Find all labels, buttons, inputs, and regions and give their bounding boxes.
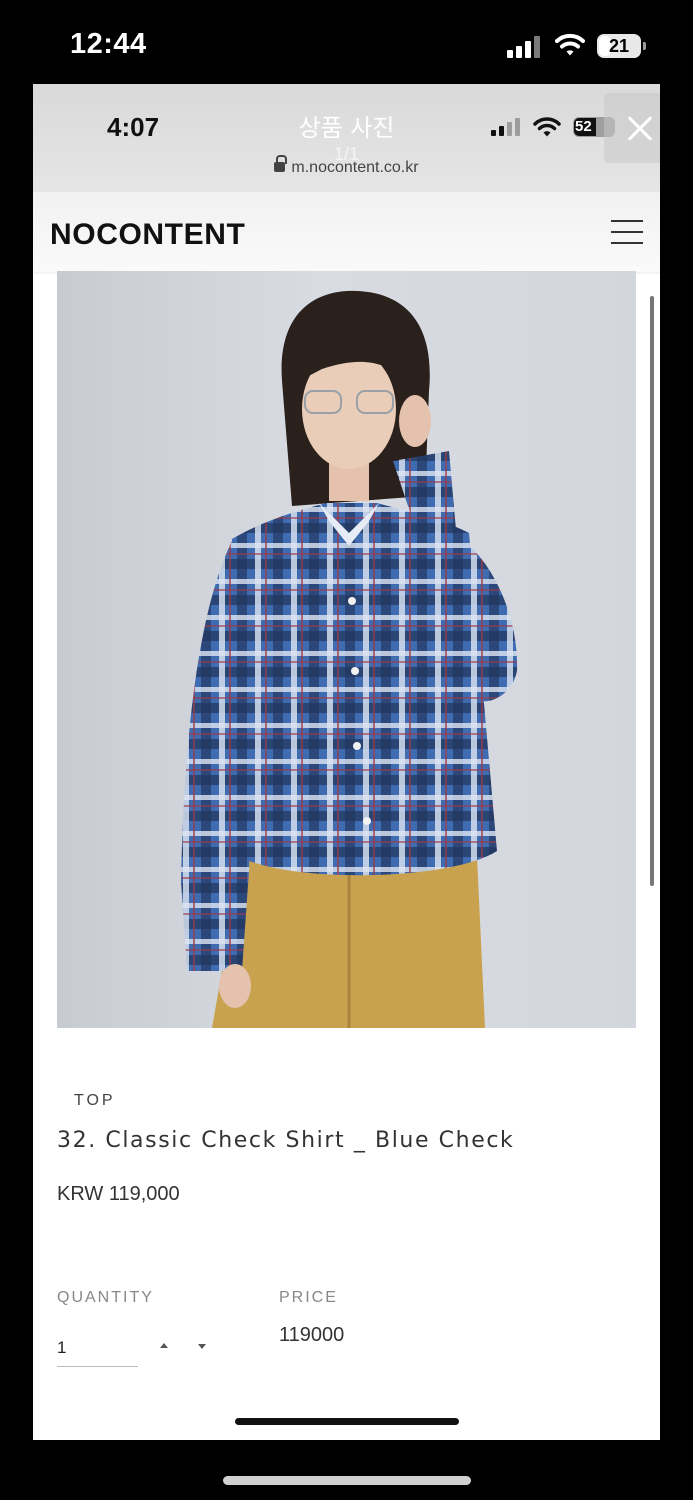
inner-wifi-icon <box>533 117 561 137</box>
outer-status-bar: 12:44 21 <box>0 0 693 84</box>
close-icon[interactable] <box>604 93 660 163</box>
screenshot-viewer: 4:07 상품 사진 1/1 m.nocontent.co.kr 52 NOCO… <box>33 84 660 1440</box>
product-price: KRW 119,000 <box>57 1183 180 1205</box>
home-indicator[interactable] <box>223 1476 471 1485</box>
viewer-title: 상품 사진 <box>298 114 395 142</box>
product-photo[interactable] <box>57 271 636 1028</box>
site-logo[interactable]: NOCONTENT <box>50 218 245 252</box>
address-bar[interactable]: m.nocontent.co.kr <box>233 155 460 177</box>
product-category: TOP <box>74 1092 116 1109</box>
cellular-signal-icon <box>507 34 541 58</box>
inner-status-time: 4:07 <box>107 112 160 142</box>
address-url: m.nocontent.co.kr <box>291 159 419 176</box>
scrollbar[interactable] <box>650 296 654 886</box>
product-photo-illustration <box>181 290 518 1028</box>
quantity-increase-icon[interactable] <box>157 1340 171 1352</box>
inner-battery-level: 52 <box>575 118 592 135</box>
hamburger-menu-icon[interactable] <box>611 220 643 244</box>
lock-icon <box>274 155 288 173</box>
quantity-input[interactable] <box>57 1329 138 1367</box>
outer-status-time: 12:44 <box>70 28 147 60</box>
site-header: NOCONTENT <box>33 192 660 272</box>
wifi-icon <box>555 33 585 56</box>
price-label: PRICE <box>279 1289 338 1306</box>
product-name: 32. Classic Check Shirt _ Blue Check <box>57 1128 515 1153</box>
price-value: 119000 <box>279 1324 345 1346</box>
inner-home-indicator <box>235 1418 459 1425</box>
battery-nub <box>643 42 646 50</box>
quantity-label: QUANTITY <box>57 1289 154 1306</box>
quantity-decrease-icon[interactable] <box>195 1340 209 1352</box>
battery-icon: 21 <box>597 34 641 58</box>
outer-battery-level: 21 <box>608 36 630 56</box>
inner-cellular-signal-icon <box>491 118 521 136</box>
